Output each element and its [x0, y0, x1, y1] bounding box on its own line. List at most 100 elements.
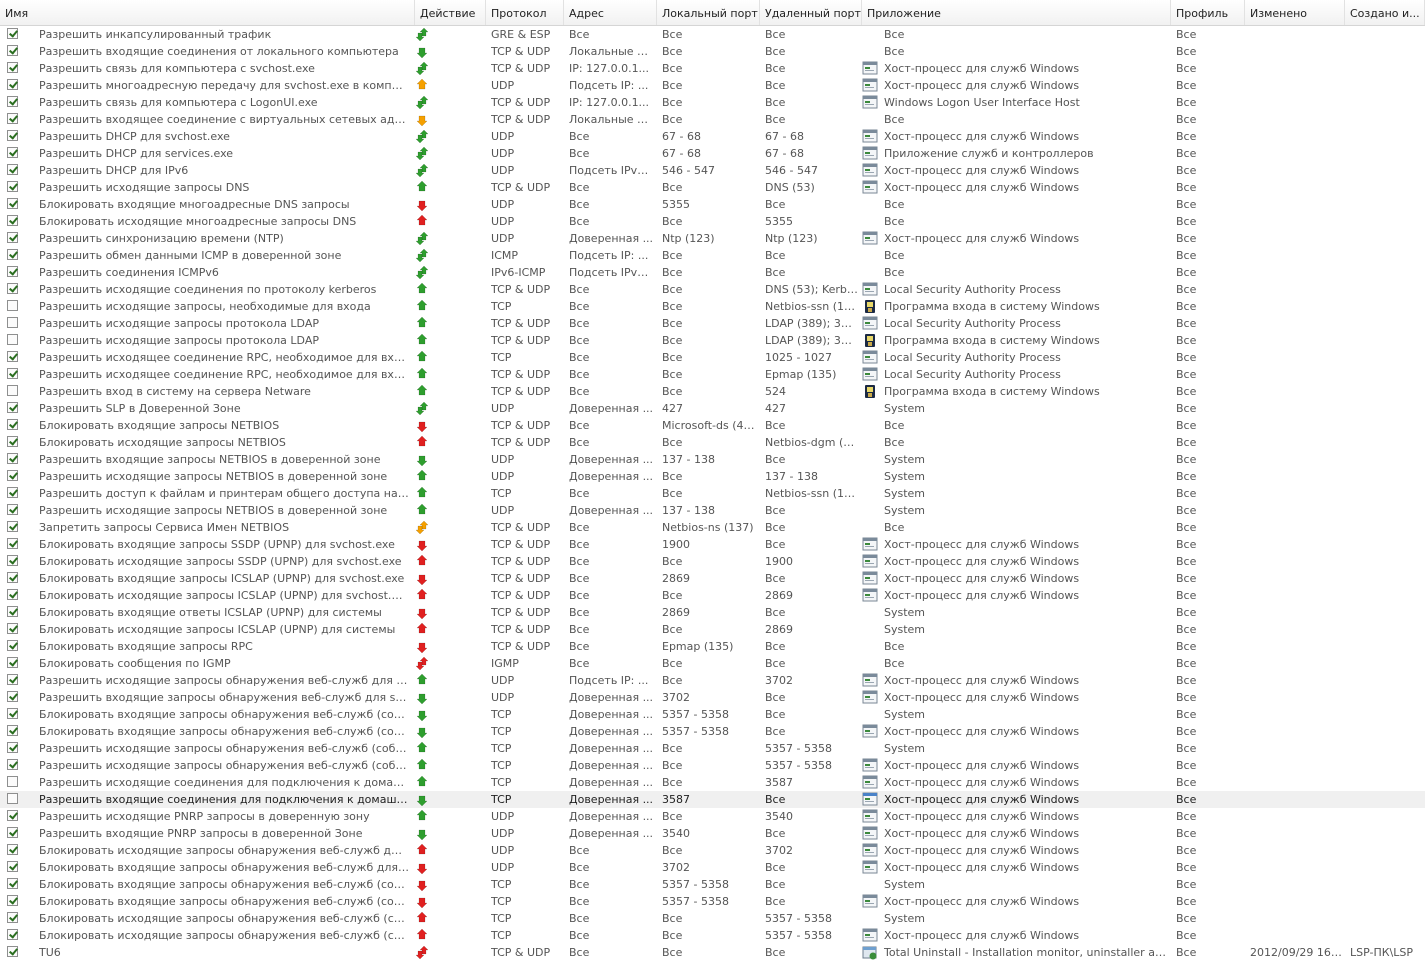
table-row[interactable]: Разрешить SLP в Доверенной Зоне UDP Довере… [0, 400, 1425, 417]
table-row[interactable]: Разрешить входящие соединения для подклю… [0, 791, 1425, 808]
rule-enabled-checkbox[interactable] [7, 708, 18, 719]
table-row[interactable]: Разрешить синхронизацию времени (NTP) UDP… [0, 230, 1425, 247]
rule-enabled-checkbox[interactable] [7, 606, 18, 617]
rule-enabled-checkbox[interactable] [7, 385, 18, 396]
rule-enabled-checkbox[interactable] [7, 878, 18, 889]
rule-enabled-checkbox[interactable] [7, 45, 18, 56]
rule-enabled-checkbox[interactable] [7, 419, 18, 430]
table-row[interactable]: Разрешить исходящие запросы протокола LD… [0, 332, 1425, 349]
table-row[interactable]: Разрешить исходящие запросы обнаружения … [0, 672, 1425, 689]
col-header-name[interactable]: Имя [0, 0, 415, 25]
col-header-address[interactable]: Адрес [564, 0, 657, 25]
table-row[interactable]: Блокировать исходящие запросы NETBIOS TCP… [0, 434, 1425, 451]
rule-enabled-checkbox[interactable] [7, 453, 18, 464]
table-row[interactable]: Разрешить входящие запросы обнаружения в… [0, 689, 1425, 706]
rule-enabled-checkbox[interactable] [7, 147, 18, 158]
col-header-profile[interactable]: Профиль [1171, 0, 1245, 25]
rule-enabled-checkbox[interactable] [7, 946, 18, 957]
rule-enabled-checkbox[interactable] [7, 742, 18, 753]
table-row[interactable]: Блокировать входящие запросы обнаружения… [0, 859, 1425, 876]
table-row[interactable]: Блокировать входящие запросы SSDP (UPNP)… [0, 536, 1425, 553]
rule-enabled-checkbox[interactable] [7, 572, 18, 583]
table-row[interactable]: Запретить запросы Сервиса Имен NETBIOS TC… [0, 519, 1425, 536]
table-row[interactable]: Блокировать исходящие запросы ICSLAP (UP… [0, 587, 1425, 604]
table-row[interactable]: Разрешить входящие запросы NETBIOS в дов… [0, 451, 1425, 468]
rule-enabled-checkbox[interactable] [7, 334, 18, 345]
table-row[interactable]: Разрешить связь для компьютера с svchost… [0, 60, 1425, 77]
rule-enabled-checkbox[interactable] [7, 640, 18, 651]
rule-enabled-checkbox[interactable] [7, 470, 18, 481]
table-row[interactable]: Разрешить исходящее соединение RPC, необ… [0, 349, 1425, 366]
rule-enabled-checkbox[interactable] [7, 912, 18, 923]
table-row[interactable]: Разрешить исходящие запросы NETBIOS в до… [0, 468, 1425, 485]
rule-enabled-checkbox[interactable] [7, 232, 18, 243]
rule-enabled-checkbox[interactable] [7, 589, 18, 600]
table-row[interactable]: Разрешить исходящие запросы обнаружения … [0, 740, 1425, 757]
table-row[interactable]: Блокировать входящие запросы обнаружения… [0, 876, 1425, 893]
table-row[interactable]: Блокировать сообщения по IGMP IGMP Все Все В… [0, 655, 1425, 672]
rule-enabled-checkbox[interactable] [7, 929, 18, 940]
table-row[interactable]: Разрешить DHCP для services.exe UDP Все 67 … [0, 145, 1425, 162]
rule-enabled-checkbox[interactable] [7, 130, 18, 141]
rule-enabled-checkbox[interactable] [7, 674, 18, 685]
rule-enabled-checkbox[interactable] [7, 895, 18, 906]
table-row[interactable]: Блокировать входящие запросы обнаружения… [0, 893, 1425, 910]
table-row[interactable]: Разрешить исходящие PNRP запросы в довер… [0, 808, 1425, 825]
table-row[interactable]: Блокировать входящие запросы обнаружения… [0, 706, 1425, 723]
rule-enabled-checkbox[interactable] [7, 96, 18, 107]
rule-enabled-checkbox[interactable] [7, 555, 18, 566]
table-row[interactable]: Блокировать входящие запросы обнаружения… [0, 723, 1425, 740]
table-row[interactable]: Разрешить исходящие запросы NETBIOS в до… [0, 502, 1425, 519]
table-row[interactable]: Разрешить обмен данными ICMP в доверенно… [0, 247, 1425, 264]
rule-enabled-checkbox[interactable] [7, 317, 18, 328]
table-row[interactable]: TU6 TCP & UDP Все Все Все Total Uninstall - I… [0, 944, 1425, 961]
rule-enabled-checkbox[interactable] [7, 538, 18, 549]
rule-enabled-checkbox[interactable] [7, 623, 18, 634]
col-header-action[interactable]: Действие [415, 0, 486, 25]
rule-enabled-checkbox[interactable] [7, 504, 18, 515]
rule-enabled-checkbox[interactable] [7, 691, 18, 702]
table-row[interactable]: Разрешить исходящие запросы, необходимые… [0, 298, 1425, 315]
col-header-local-port[interactable]: Локальный порт [657, 0, 760, 25]
col-header-modified[interactable]: Изменено [1245, 0, 1345, 25]
rule-enabled-checkbox[interactable] [7, 28, 18, 39]
rule-enabled-checkbox[interactable] [7, 351, 18, 362]
table-row[interactable]: Разрешить исходящие запросы обнаружения … [0, 757, 1425, 774]
table-row[interactable]: Разрешить связь для компьютера с LogonUI… [0, 94, 1425, 111]
col-header-remote-port[interactable]: Удаленный порт [760, 0, 862, 25]
table-row[interactable]: Разрешить DHCP для svchost.exe UDP Все 67 -… [0, 128, 1425, 145]
table-row[interactable]: Блокировать исходящие запросы обнаружени… [0, 910, 1425, 927]
rule-enabled-checkbox[interactable] [7, 810, 18, 821]
col-header-created[interactable]: Создано и... [1345, 0, 1425, 25]
rule-enabled-checkbox[interactable] [7, 198, 18, 209]
table-row[interactable]: Разрешить входящие PNRP запросы в довере… [0, 825, 1425, 842]
rule-enabled-checkbox[interactable] [7, 368, 18, 379]
table-row[interactable]: Блокировать входящие запросы NETBIOS TCP … [0, 417, 1425, 434]
rule-enabled-checkbox[interactable] [7, 759, 18, 770]
rule-enabled-checkbox[interactable] [7, 657, 18, 668]
table-row[interactable]: Разрешить DHCP для IPv6 UDP Подсеть IPv6..… [0, 162, 1425, 179]
rule-enabled-checkbox[interactable] [7, 402, 18, 413]
table-row[interactable]: Блокировать входящие многоадресные DNS з… [0, 196, 1425, 213]
table-row[interactable]: Блокировать исходящие запросы SSDP (UPNP… [0, 553, 1425, 570]
table-row[interactable]: Блокировать исходящие запросы ICSLAP (UP… [0, 621, 1425, 638]
rule-enabled-checkbox[interactable] [7, 487, 18, 498]
table-row[interactable]: Разрешить многоадресную передачу для svc… [0, 77, 1425, 94]
rule-enabled-checkbox[interactable] [7, 249, 18, 260]
table-row[interactable]: Блокировать входящие запросы ICSLAP (UPN… [0, 570, 1425, 587]
rule-enabled-checkbox[interactable] [7, 164, 18, 175]
table-row[interactable]: Разрешить соединения ICMPv6 IPv6-ICMP Подс… [0, 264, 1425, 281]
rule-enabled-checkbox[interactable] [7, 844, 18, 855]
rule-enabled-checkbox[interactable] [7, 113, 18, 124]
rule-enabled-checkbox[interactable] [7, 776, 18, 787]
table-row[interactable]: Разрешить исходящее соединение RPC, необ… [0, 366, 1425, 383]
rule-enabled-checkbox[interactable] [7, 181, 18, 192]
rule-enabled-checkbox[interactable] [7, 861, 18, 872]
rule-enabled-checkbox[interactable] [7, 283, 18, 294]
table-row[interactable]: Разрешить исходящие соединения для подкл… [0, 774, 1425, 791]
table-row[interactable]: Разрешить вход в систему на сервера Netw… [0, 383, 1425, 400]
table-row[interactable]: Разрешить доступ к файлам и принтерам об… [0, 485, 1425, 502]
rule-enabled-checkbox[interactable] [7, 266, 18, 277]
table-row[interactable]: Блокировать исходящие запросы обнаружени… [0, 842, 1425, 859]
table-row[interactable]: Блокировать входящие запросы RPC TCP & UD… [0, 638, 1425, 655]
